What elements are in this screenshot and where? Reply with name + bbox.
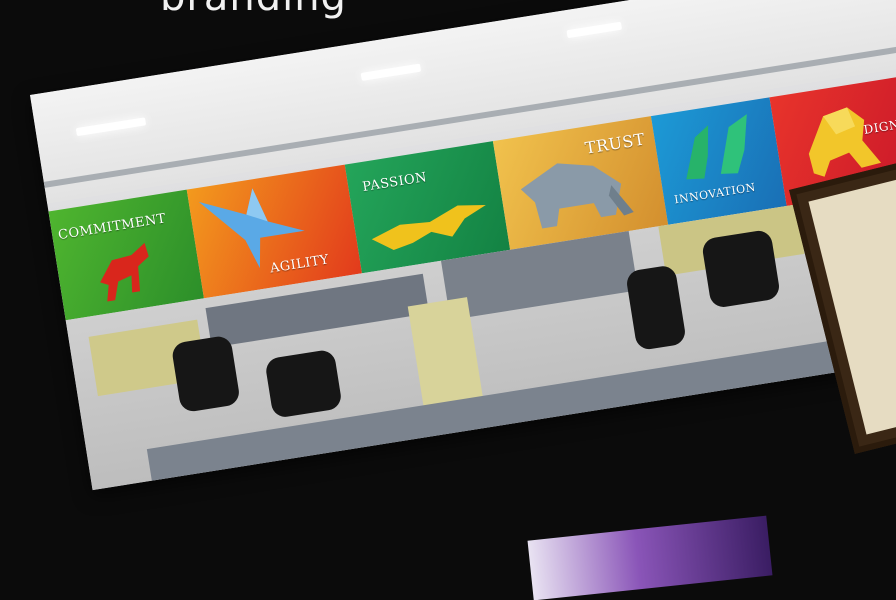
cheetah-icon xyxy=(371,205,486,251)
horse-icon xyxy=(100,242,149,302)
ceiling-light xyxy=(75,117,147,137)
ceiling-light xyxy=(360,63,422,81)
office-chair xyxy=(700,228,782,309)
desk-partition xyxy=(146,323,896,489)
ceiling-light xyxy=(566,21,623,39)
page-title: branding xyxy=(160,0,347,20)
office-chair xyxy=(264,348,343,419)
purple-image-thumbnail xyxy=(527,515,773,600)
mural-panel-commitment: COMMITMENT xyxy=(48,189,204,321)
office-photo: COMMITMENT AGILITY PASSION TRUST INNOVAT… xyxy=(30,0,896,491)
office-chair xyxy=(625,264,687,352)
elephant-icon xyxy=(520,163,634,229)
dolphins-icon xyxy=(686,114,747,180)
mural-panel-innovation: INNOVATION xyxy=(650,97,787,225)
mural-label: PASSION xyxy=(361,170,429,196)
office-chair xyxy=(170,334,241,414)
certificate-paper xyxy=(808,177,896,435)
